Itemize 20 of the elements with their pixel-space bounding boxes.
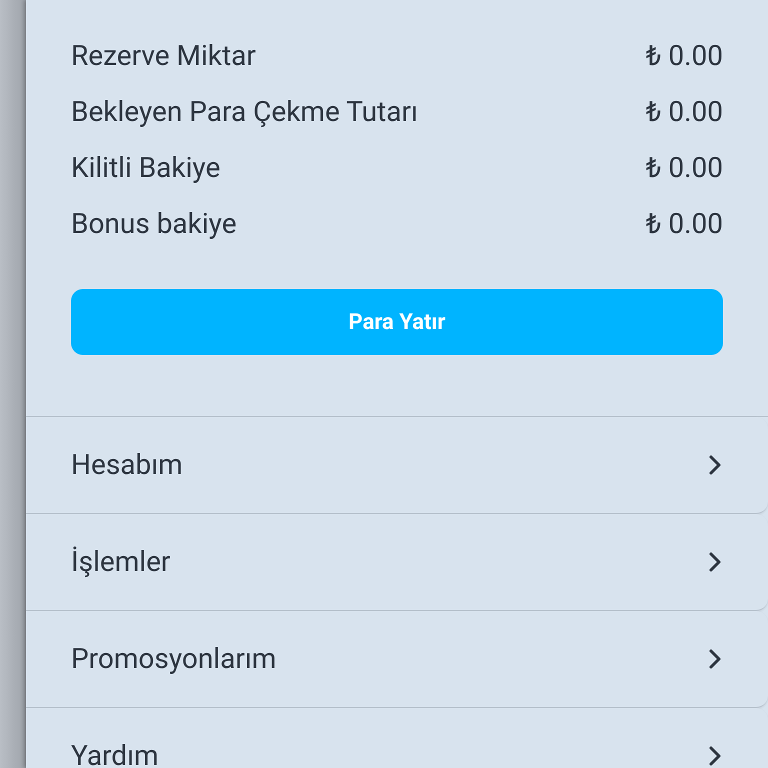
chevron-right-icon xyxy=(708,454,722,476)
balance-value: ₺ 0.00 xyxy=(646,150,723,186)
menu-item[interactable]: Promosyonlarım xyxy=(26,611,768,708)
menu-item[interactable]: Hesabım xyxy=(26,417,768,514)
balance-value: ₺ 0.00 xyxy=(646,206,723,242)
chevron-right-icon xyxy=(708,745,722,767)
balance-value: ₺ 0.00 xyxy=(646,38,723,74)
balance-label: Bonus bakiye xyxy=(71,206,237,242)
balance-label: Kilitli Bakiye xyxy=(71,150,220,186)
balance-label: Rezerve Miktar xyxy=(71,38,256,74)
chevron-right-icon xyxy=(708,648,722,670)
menu-item[interactable]: İşlemler xyxy=(26,514,768,611)
balance-value: ₺ 0.00 xyxy=(646,94,723,130)
menu-label: Yardım xyxy=(71,738,159,768)
balance-label: Bekleyen Para Çekme Tutarı xyxy=(71,94,418,130)
menu-label: Hesabım xyxy=(71,447,183,483)
menu-label: İşlemler xyxy=(71,544,170,580)
chevron-right-icon xyxy=(708,551,722,573)
menu-label: Promosyonlarım xyxy=(71,641,276,677)
menu-item[interactable]: Yardım xyxy=(26,708,768,768)
